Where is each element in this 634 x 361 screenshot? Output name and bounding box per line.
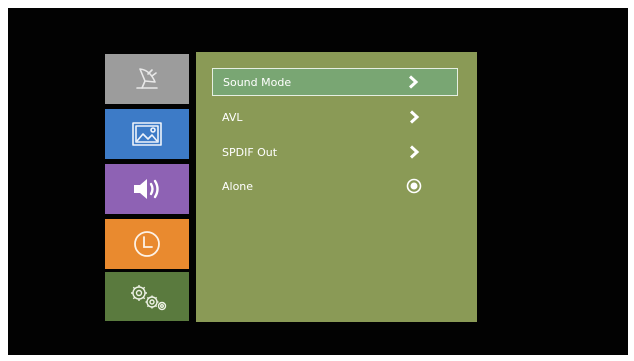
- menu-item-spdif-out[interactable]: SPDIF Out: [212, 138, 458, 166]
- satellite-dish-icon: [136, 68, 158, 89]
- menu-item-label: Alone: [222, 179, 254, 193]
- chevron-right-icon: [404, 107, 424, 127]
- tab-sound[interactable]: [105, 164, 189, 214]
- chevron-right-icon: [404, 142, 424, 162]
- chevron-right-icon: [403, 72, 423, 92]
- speaker-icon: [134, 179, 159, 199]
- tab-setup[interactable]: [105, 272, 189, 321]
- tab-channel[interactable]: [105, 54, 189, 104]
- menu-item-label: Sound Mode: [223, 75, 292, 89]
- menu-item-sound-mode[interactable]: Sound Mode: [212, 68, 458, 96]
- gears-icon: [131, 284, 167, 310]
- menu-item-alone[interactable]: Alone: [212, 172, 458, 200]
- menu-item-avl[interactable]: AVL: [212, 103, 458, 131]
- picture-icon: [132, 122, 162, 146]
- menu-item-label: SPDIF Out: [222, 145, 278, 159]
- tab-time[interactable]: [105, 219, 189, 269]
- clock-icon: [134, 231, 160, 257]
- menu-item-label: AVL: [222, 110, 243, 124]
- tab-picture[interactable]: [105, 109, 189, 159]
- radio-icon[interactable]: [404, 176, 424, 196]
- sound-menu-panel: Sound Mode AVL SPDIF Out Alone: [196, 52, 477, 322]
